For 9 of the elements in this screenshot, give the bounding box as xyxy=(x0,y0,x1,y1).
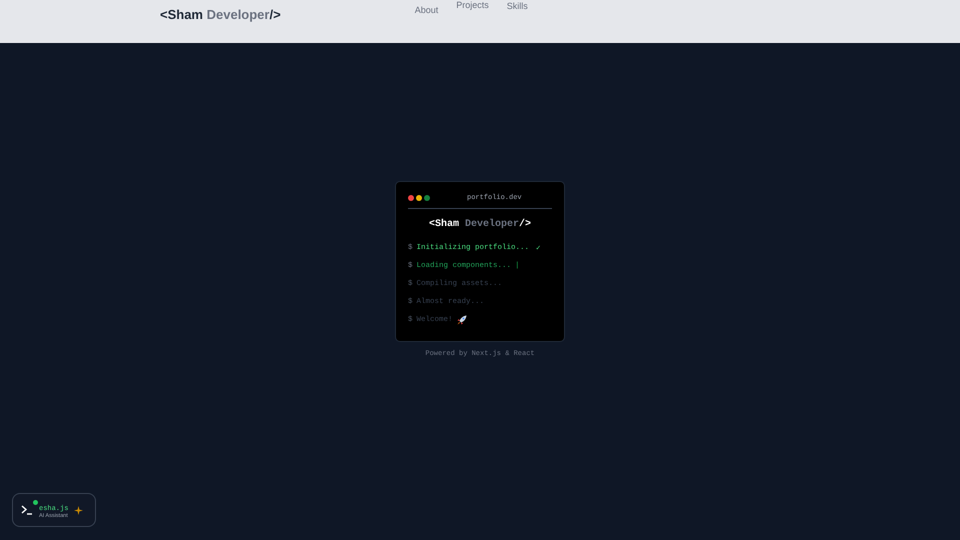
rocket-icon xyxy=(456,315,467,325)
terminal-icon xyxy=(21,505,33,515)
nav-link[interactable]: Skills xyxy=(506,1,528,15)
sparkle-icon xyxy=(74,506,84,514)
window-controls-icon xyxy=(408,195,430,201)
nav-link[interactable]: Projects xyxy=(456,0,489,15)
nav-link[interactable]: About xyxy=(414,5,438,15)
terminal-logo: <Sham Developer/> xyxy=(428,219,532,230)
site-logo[interactable]: <Sham Developer/> xyxy=(160,7,281,22)
